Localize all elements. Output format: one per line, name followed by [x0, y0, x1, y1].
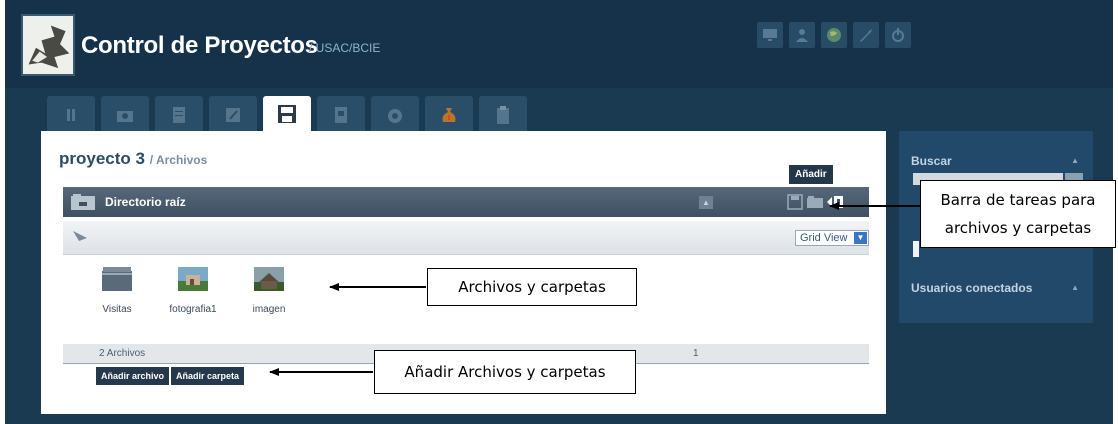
page-number[interactable]: 1 — [693, 348, 699, 359]
tab-camera[interactable] — [101, 96, 149, 134]
directory-label: Directorio raíz — [105, 195, 186, 209]
money-bag-icon — [442, 108, 456, 122]
flag-icon — [73, 231, 87, 241]
app-subtitle: / USAC/BCIE — [309, 41, 381, 55]
globe-icon[interactable] — [821, 22, 847, 48]
tab-document[interactable] — [317, 96, 365, 134]
search-title: Buscar — [911, 154, 952, 168]
add-folder-button[interactable]: Añadir carpeta — [171, 367, 245, 385]
logo — [21, 14, 75, 76]
power-icon[interactable] — [885, 22, 911, 48]
tab-clipboard[interactable] — [479, 96, 527, 134]
file-item[interactable]: Visitas — [79, 267, 155, 315]
section-name: / Archivos — [149, 153, 208, 167]
tab-edit[interactable] — [209, 96, 257, 134]
chevron-down-icon: ▼ — [854, 232, 867, 244]
image-icon — [254, 267, 284, 291]
save-icon — [278, 105, 296, 123]
project-name: proyecto 3 — [59, 149, 145, 168]
info-icon — [67, 109, 75, 121]
app-header: Control de Proyectos / USAC/BCIE — [5, 0, 1113, 88]
annotation-add: Añadir Archivos y carpetas — [374, 350, 636, 394]
directory-bar: Directorio raíz ▲ — [63, 187, 869, 217]
file-count: 2 Archivos — [99, 348, 146, 359]
folder-icon — [102, 267, 132, 291]
folder-icon[interactable] — [807, 194, 823, 210]
file-name: imagen — [252, 304, 286, 315]
folder-icon — [71, 194, 95, 210]
files-grid: Visitas fotografia1 imagen — [79, 267, 307, 315]
view-select-value: Grid View — [800, 232, 848, 244]
search-option[interactable] — [913, 241, 919, 257]
users-title: Usuarios conectados — [911, 281, 1033, 295]
clipboard-icon — [497, 106, 509, 124]
view-bar: Grid View ▼ — [63, 221, 869, 255]
annotation-toolbar: Barra de tareas para archivos y carpetas — [920, 180, 1116, 248]
add-buttons: Añadir archivo Añadir carpeta — [96, 367, 245, 385]
file-item[interactable]: imagen — [231, 267, 307, 315]
add-tooltip: Añadir — [789, 165, 833, 184]
add-file-button[interactable]: Añadir archivo — [96, 367, 170, 385]
file-name: fotografia1 — [169, 304, 217, 315]
tab-budget[interactable] — [425, 96, 473, 134]
save-icon[interactable] — [787, 194, 803, 210]
tab-list[interactable] — [155, 96, 203, 134]
file-item[interactable]: fotografia1 — [155, 267, 231, 315]
collapse-button[interactable]: ▲ — [699, 196, 713, 209]
app-title: Control de Proyectos — [81, 32, 318, 59]
add-icon[interactable] — [827, 194, 843, 210]
annotation-files: Archivos y carpetas — [427, 268, 637, 306]
collapse-users-icon[interactable]: ▲ — [1071, 283, 1079, 292]
file-toolbar — [787, 194, 843, 210]
list-icon — [173, 107, 185, 123]
camera-icon — [117, 111, 133, 122]
edit-icon — [226, 108, 240, 122]
page-title: proyecto 3 / Archivos — [59, 149, 207, 169]
tab-info[interactable] — [47, 96, 95, 134]
image-icon — [178, 267, 208, 291]
collapse-search-icon[interactable]: ▲ — [1071, 156, 1079, 165]
header-toolbar — [757, 22, 911, 48]
satellite-icon — [388, 109, 402, 123]
file-name: Visitas — [102, 304, 132, 315]
tab-files[interactable] — [263, 96, 311, 132]
monitor-icon[interactable] — [757, 22, 783, 48]
project-tabs — [47, 96, 527, 134]
view-select[interactable]: Grid View ▼ — [795, 230, 869, 246]
tab-satellite[interactable] — [371, 96, 419, 134]
document-icon — [335, 107, 347, 123]
wrench-icon[interactable] — [853, 22, 879, 48]
user-icon[interactable] — [789, 22, 815, 48]
